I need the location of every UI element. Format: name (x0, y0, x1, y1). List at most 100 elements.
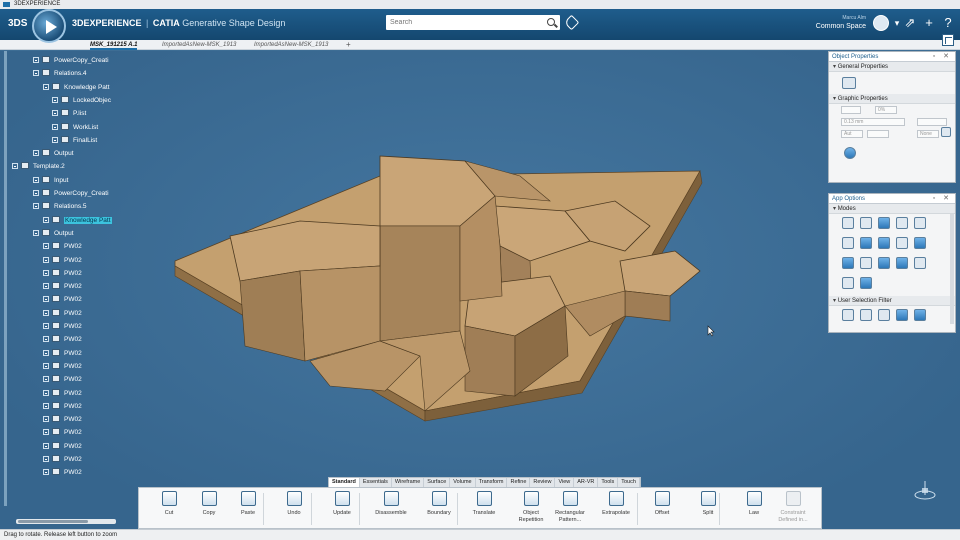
graphic-properties-section[interactable]: Graphic Properties (829, 94, 955, 104)
mode-tool-11-icon[interactable] (842, 257, 854, 269)
filter-tool-3-icon[interactable] (878, 309, 890, 321)
add-tab-icon[interactable]: + (346, 40, 351, 50)
line-color-field[interactable] (917, 118, 947, 126)
tree-node[interactable]: LockedObjec (52, 95, 111, 106)
expand-toggle-icon[interactable] (12, 163, 18, 170)
tree-node[interactable]: PW02 (43, 268, 82, 279)
expand-toggle-icon[interactable] (43, 402, 49, 409)
paste-button[interactable]: Paste (228, 491, 268, 517)
tree-node[interactable]: P.list (52, 109, 86, 119)
tree-node[interactable]: PW02 (43, 361, 82, 372)
mode-tool-5-icon[interactable] (914, 217, 926, 229)
mode-tool-10-icon[interactable] (914, 237, 926, 249)
mode-tool-6-icon[interactable] (842, 237, 854, 249)
object-repetition-button[interactable]: Object Repetition (511, 491, 551, 524)
mode-tool-12-icon[interactable] (860, 257, 872, 269)
expand-toggle-icon[interactable] (43, 243, 49, 250)
undo-button[interactable]: Undo (274, 491, 314, 517)
tree-node[interactable]: PW02 (43, 348, 82, 359)
disassemble-button[interactable]: Disassemble (371, 491, 411, 517)
tree-node[interactable]: Relations.4 (33, 69, 87, 79)
expand-toggle-icon[interactable] (43, 416, 49, 423)
tree-node[interactable]: PW02 (43, 335, 82, 345)
tree-node[interactable]: PW02 (43, 255, 82, 266)
tree-node[interactable]: WorkList (52, 122, 98, 133)
expand-toggle-icon[interactable] (43, 336, 49, 343)
tree-node[interactable]: Knowledge Patt (43, 215, 112, 226)
expand-toggle-icon[interactable] (33, 57, 39, 63)
offset-button[interactable]: Offset (642, 491, 682, 517)
tree-node[interactable]: PowerCopy_Creati (33, 189, 109, 199)
front-block-front[interactable] (464, 325, 516, 397)
right-block-3-front[interactable] (624, 290, 671, 322)
mode-tool-9-icon[interactable] (896, 237, 908, 249)
expand-toggle-icon[interactable] (43, 429, 49, 436)
rectangular-pattern-button[interactable]: Rectangular Pattern... (550, 491, 590, 524)
mode-tool-2-icon[interactable] (860, 217, 872, 229)
expand-toggle-icon[interactable] (43, 456, 49, 462)
update-button[interactable]: Update (322, 491, 362, 517)
app-options-controls[interactable]: ▫ ✕ (933, 194, 952, 204)
expand-toggle-icon[interactable] (33, 150, 39, 157)
mode-tool-14-icon[interactable] (896, 257, 908, 269)
expand-toggle-icon[interactable] (33, 203, 39, 210)
compass-button[interactable] (32, 9, 66, 43)
point-symbol-field[interactable]: None (917, 130, 939, 138)
expand-toggle-icon[interactable] (43, 216, 49, 223)
help-icon[interactable]: ? (940, 15, 956, 31)
general-properties-section[interactable]: General Properties (829, 62, 955, 72)
line-type-field[interactable]: Aut (841, 130, 863, 138)
expand-toggle-icon[interactable] (52, 110, 58, 117)
expand-toggle-icon[interactable] (52, 123, 58, 130)
expand-toggle-icon[interactable] (43, 83, 49, 90)
3d-model[interactable] (170, 131, 710, 451)
expand-toggle-icon[interactable] (52, 136, 58, 143)
color-bomb-icon[interactable] (844, 147, 856, 159)
expand-toggle-icon[interactable] (43, 376, 49, 383)
fill-color-field[interactable] (841, 106, 861, 114)
expand-toggle-icon[interactable] (33, 190, 39, 196)
user-selection-filter-section[interactable]: User Selection Filter (829, 296, 955, 306)
tree-horizontal-scrollbar[interactable] (16, 519, 116, 524)
mode-tool-8-icon[interactable] (878, 237, 890, 249)
mode-tool-15-icon[interactable] (914, 257, 926, 269)
tab-imported-2[interactable]: ImportedAsNew-MSK_1913 (254, 40, 328, 50)
tab-standard[interactable]: Standard (329, 478, 360, 487)
mode-tool-17-icon[interactable] (860, 277, 872, 289)
tree-node[interactable]: PW02 (43, 295, 82, 305)
tree-node[interactable]: PW02 (43, 242, 82, 252)
tree-node[interactable]: Output (33, 228, 74, 239)
fit-all-button[interactable] (942, 34, 954, 46)
tab-imported-1[interactable]: ImportedAsNew-MSK_1913 (162, 40, 236, 50)
tab-review[interactable]: Review (530, 478, 556, 487)
tree-node[interactable]: Knowledge Patt (43, 82, 110, 93)
expand-toggle-icon[interactable] (52, 96, 58, 103)
expand-toggle-icon[interactable] (43, 362, 49, 369)
tree-node[interactable]: PW02 (43, 282, 82, 292)
tree-node[interactable]: PowerCopy_Creati (33, 56, 109, 66)
tab-view[interactable]: View (555, 478, 575, 487)
specification-tree[interactable]: PowerCopy_Creati Relations.4 Knowledge Pat… (0, 51, 122, 524)
filter-tool-4-icon[interactable] (896, 309, 908, 321)
tree-node[interactable]: Output (33, 149, 74, 159)
tree-node[interactable]: PW02 (43, 415, 82, 425)
search-icon[interactable] (547, 18, 555, 26)
tag-icon[interactable] (563, 14, 580, 31)
mode-tool-1-icon[interactable] (842, 217, 854, 229)
expand-toggle-icon[interactable] (43, 349, 49, 356)
tab-wireframe[interactable]: Wireframe (392, 478, 425, 487)
line-thickness-field[interactable]: 0.13 mm (841, 118, 905, 126)
tab-tools[interactable]: Tools (598, 478, 619, 487)
tree-node[interactable]: PW02 (43, 441, 82, 452)
tab-volume[interactable]: Volume (450, 478, 476, 487)
ds-logo-icon[interactable]: 3DS (8, 14, 28, 34)
central-block-front[interactable] (379, 225, 461, 342)
modes-section[interactable]: Modes (829, 204, 955, 214)
extrapolate-button[interactable]: Extrapolate (596, 491, 636, 517)
left-block-front[interactable] (239, 270, 306, 362)
law-button[interactable]: Law (734, 491, 774, 517)
tab-refine[interactable]: Refine (507, 478, 531, 487)
tree-node[interactable]: PW02 (43, 468, 82, 478)
tree-node[interactable]: PW02 (43, 322, 82, 332)
translate-button[interactable]: Translate (464, 491, 504, 517)
